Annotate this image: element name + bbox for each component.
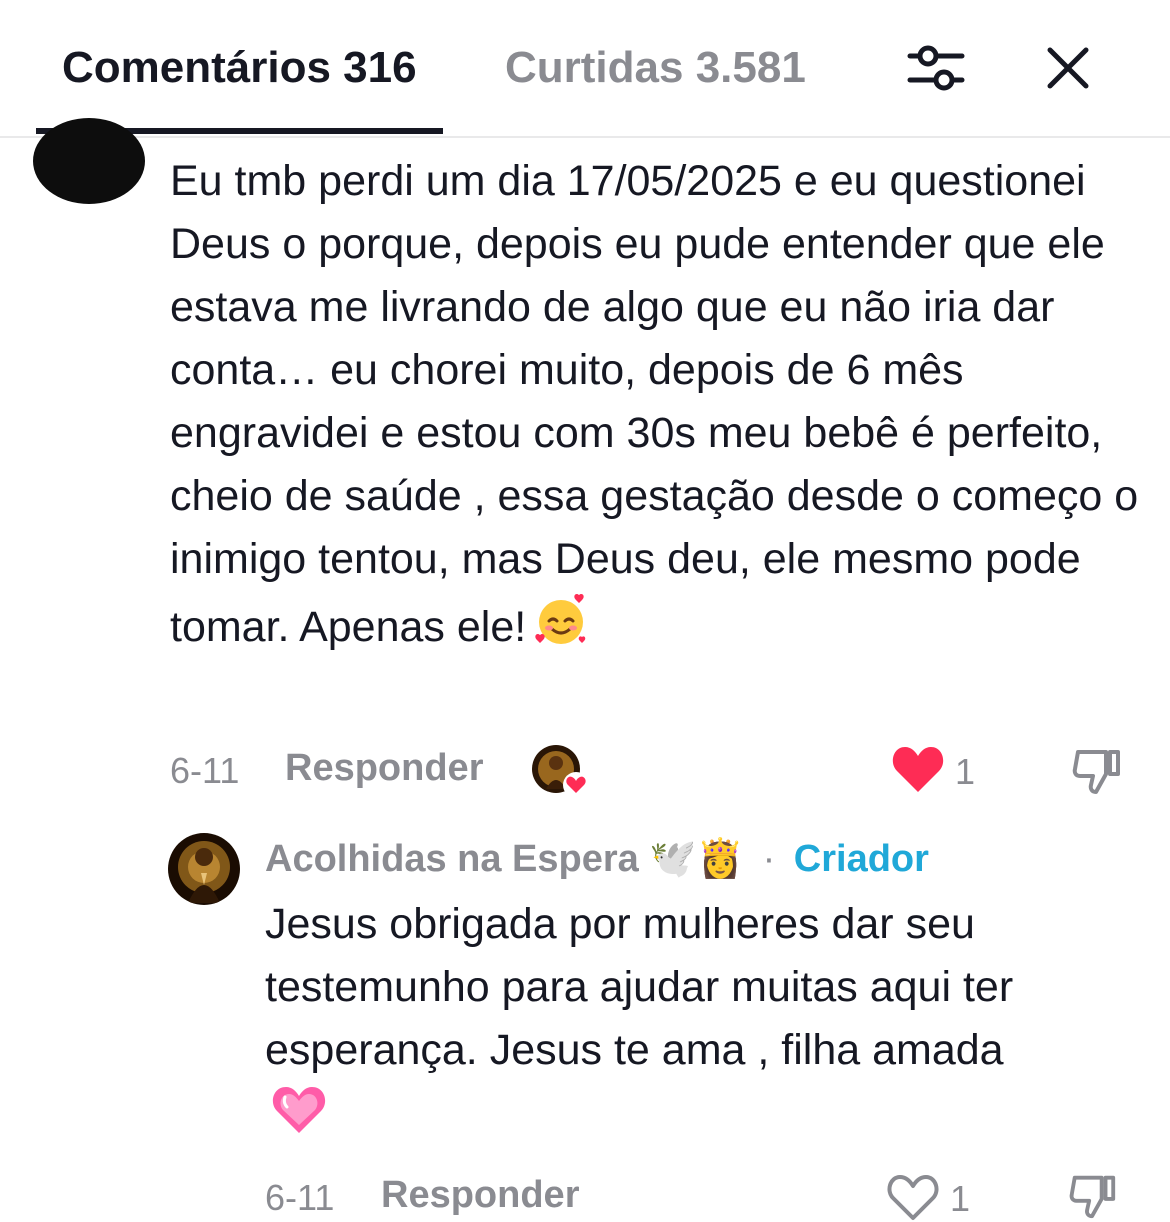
separator-dot: · xyxy=(762,838,776,880)
like-count: 1 xyxy=(955,751,976,792)
reply-button[interactable]: Responder xyxy=(285,747,483,790)
like-count: 1 xyxy=(950,1178,971,1219)
filter-button[interactable] xyxy=(904,36,968,100)
reply-author-row: Acolhidas na Espera 🕊️👸 · Criador xyxy=(265,834,929,884)
reply-button[interactable]: Responder xyxy=(381,1174,579,1217)
creator-badge: Criador xyxy=(793,838,929,880)
heart-filled-icon[interactable] xyxy=(891,744,945,794)
liked-by-creator-badge xyxy=(532,745,589,801)
sparkling-heart-emoji-icon xyxy=(271,1083,327,1153)
avatar[interactable] xyxy=(33,118,145,204)
thumbs-down-icon[interactable] xyxy=(1070,744,1124,798)
avatar[interactable] xyxy=(168,833,240,905)
comments-sheet: Comentários 316 Curtidas 3.581 Eu tmb pe… xyxy=(0,0,1170,1222)
author-name[interactable]: Acolhidas na Espera xyxy=(265,838,639,880)
smiling-hearts-emoji-icon xyxy=(532,591,590,667)
comment-text: Eu tmb perdi um dia 17/05/2025 e eu ques… xyxy=(170,157,1139,651)
reply-date: 6-11 xyxy=(265,1177,335,1218)
sheet-header: Comentários 316 Curtidas 3.581 xyxy=(0,0,1170,138)
close-icon xyxy=(1047,47,1089,89)
tab-likes[interactable]: Curtidas 3.581 xyxy=(505,40,806,96)
author-emojis: 🕊️👸 xyxy=(649,838,745,880)
sliders-icon xyxy=(907,45,965,91)
comment-body: Eu tmb perdi um dia 17/05/2025 e eu ques… xyxy=(170,150,1150,667)
tab-comments[interactable]: Comentários 316 xyxy=(62,40,417,96)
heart-outline-icon[interactable] xyxy=(886,1172,940,1222)
heart-mini-icon xyxy=(563,772,589,798)
close-button[interactable] xyxy=(1036,36,1100,100)
thumbs-down-icon[interactable] xyxy=(1066,1170,1120,1222)
comment-date: 6-11 xyxy=(170,750,240,791)
reply-text: Jesus obrigada por mulheres dar seu test… xyxy=(265,900,1014,1074)
reply-body: Jesus obrigada por mulheres dar seu test… xyxy=(265,893,1145,1153)
